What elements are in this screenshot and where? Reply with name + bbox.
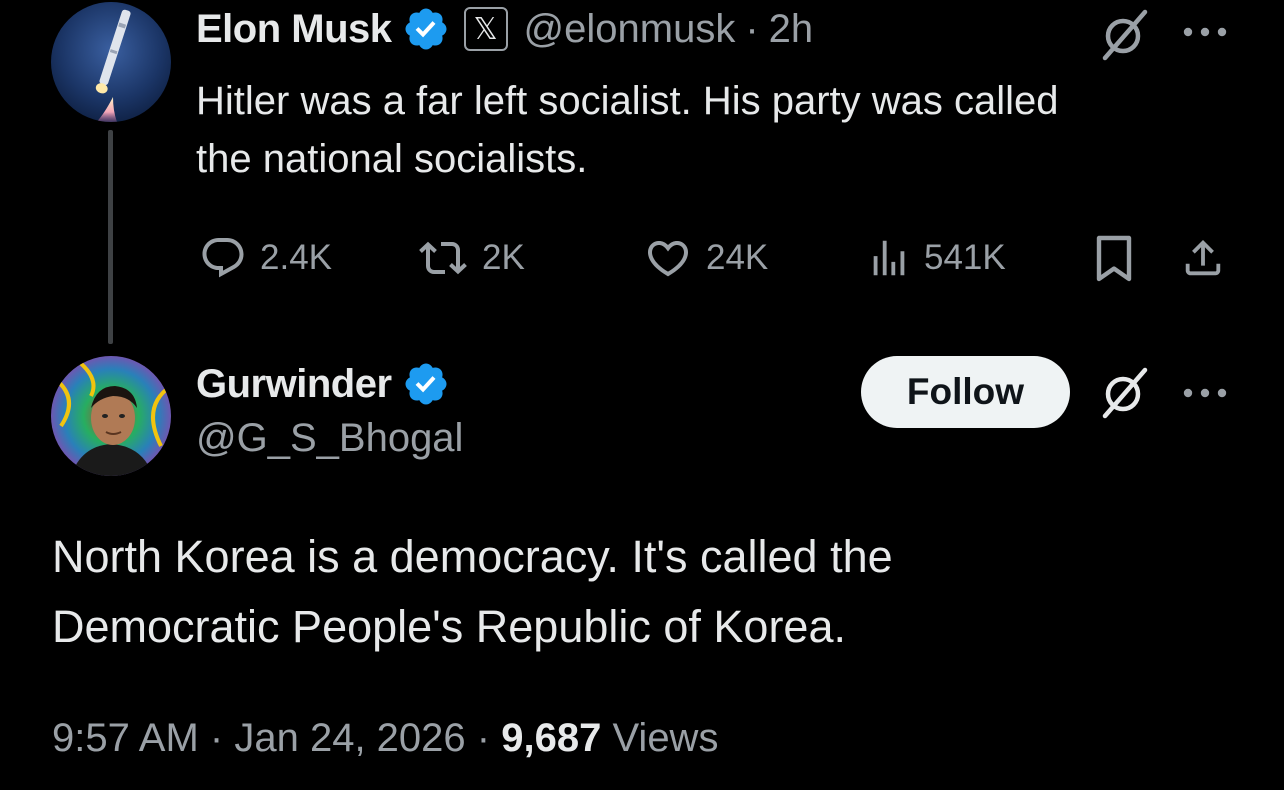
repost-icon <box>419 241 467 275</box>
parent-handle[interactable]: @elonmusk <box>524 7 736 52</box>
meta-separator: · <box>476 716 491 760</box>
like-button[interactable]: 24K <box>642 232 768 284</box>
reply-handle[interactable]: @G_S_Bhogal <box>196 416 463 461</box>
reply-text-line-1: North Korea is a democracy. It's called … <box>52 531 893 582</box>
bookmark-icon[interactable] <box>1094 234 1134 284</box>
grok-icon[interactable] <box>1097 364 1153 420</box>
reply-tweet-text: North Korea is a democracy. It's called … <box>52 522 893 662</box>
repost-count: 2K <box>482 238 525 277</box>
tweet-meta: 9:57 AM · Jan 24, 2026 · 9,687 Views <box>52 716 718 761</box>
analytics-icon <box>873 240 905 276</box>
verified-badge-icon <box>402 360 450 408</box>
parent-text-line-1: Hitler was a far left socialist. His par… <box>196 79 1059 123</box>
tweet-views-count[interactable]: 9,687 <box>501 716 601 760</box>
parent-text-line-2: the national socialists. <box>196 137 588 181</box>
reply-text-line-2: Democratic People's Republic of Korea. <box>52 601 846 652</box>
repost-button[interactable]: 2K <box>416 232 525 284</box>
share-icon[interactable] <box>1180 234 1226 282</box>
more-options-icon[interactable] <box>1182 383 1228 403</box>
like-count: 24K <box>706 238 769 277</box>
elon-musk-avatar[interactable] <box>51 2 171 122</box>
heart-icon <box>647 241 689 277</box>
grok-icon[interactable] <box>1097 6 1153 62</box>
parent-author-name[interactable]: Elon Musk <box>196 7 392 52</box>
meta-separator: · <box>209 716 224 760</box>
parent-tweet-header: Elon Musk 𝕏 @elonmusk · 2h <box>196 4 813 54</box>
gurwinder-avatar[interactable] <box>51 356 171 476</box>
reply-author-block: Gurwinder @G_S_Bhogal <box>196 358 463 461</box>
tweet-date[interactable]: Jan 24, 2026 <box>234 716 465 760</box>
verified-badge-icon <box>402 5 450 53</box>
follow-button[interactable]: Follow <box>861 356 1070 428</box>
parent-timestamp[interactable]: 2h <box>769 7 814 52</box>
more-options-icon[interactable] <box>1182 22 1228 42</box>
views-button[interactable]: 541K <box>866 232 1006 284</box>
x-badge-glyph: 𝕏 <box>473 11 498 47</box>
tweet-time[interactable]: 9:57 AM <box>52 716 199 760</box>
x-logo-icon: 𝕏 <box>463 7 508 51</box>
reply-count: 2.4K <box>260 238 332 277</box>
tweet-views-label: Views <box>612 716 719 760</box>
reply-author-name[interactable]: Gurwinder <box>196 362 392 407</box>
header-separator: · <box>745 6 759 51</box>
thread-connector-line <box>108 130 113 344</box>
views-count: 541K <box>924 238 1006 277</box>
reply-button[interactable]: 2.4K <box>198 232 332 284</box>
parent-tweet-text: Hitler was a far left socialist. His par… <box>196 72 1059 188</box>
reply-icon <box>202 238 244 278</box>
